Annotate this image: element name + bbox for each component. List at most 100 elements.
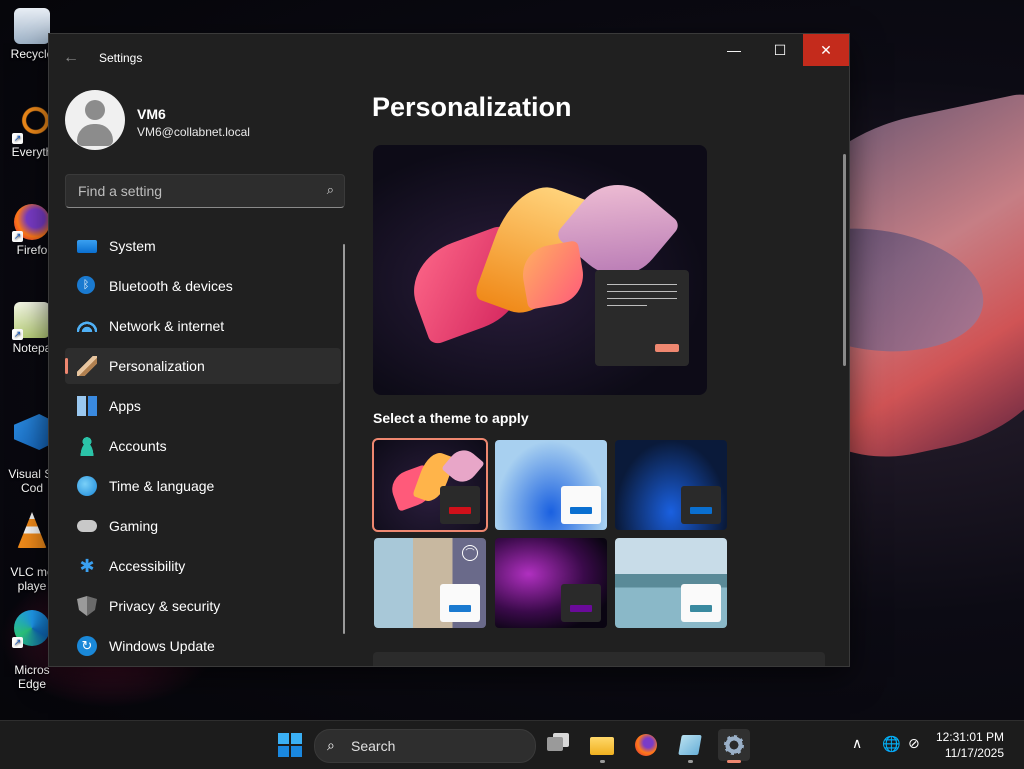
page-title: Personalization	[372, 92, 572, 122]
brush-icon	[77, 356, 97, 376]
clock-time: 12:31:01 PM	[935, 730, 1004, 744]
preview-line	[607, 298, 677, 299]
notepad-icon: ↗	[12, 302, 50, 340]
back-arrow-icon[interactable]: ←	[61, 48, 81, 68]
minimize-button[interactable]: —	[711, 34, 757, 66]
theme-glow[interactable]	[495, 538, 607, 628]
chevron-up-icon[interactable]: ∧	[852, 735, 862, 752]
apps-icon	[77, 396, 97, 416]
nav-item-windows-update[interactable]: ↻ Windows Update	[65, 628, 341, 664]
shortcut-arrow-icon: ↗	[12, 231, 23, 242]
firefox-taskbar-button[interactable]	[630, 729, 662, 761]
nav-item-label: Time & language	[109, 478, 215, 494]
theme-window-tile	[561, 486, 601, 524]
nav-item-label: System	[109, 238, 156, 254]
settings-nav: System ᛒ Bluetooth & devices Network & i…	[65, 228, 341, 666]
person-icon	[77, 436, 97, 456]
gamepad-icon	[77, 520, 97, 532]
preview-line	[607, 284, 677, 285]
network-status-icon[interactable]: ⊘	[908, 735, 920, 752]
theme-preview-image	[373, 145, 707, 395]
nav-item-network-internet[interactable]: Network & internet	[65, 308, 341, 344]
folder-icon	[590, 737, 614, 755]
theme-window-tile	[561, 584, 601, 622]
desktop-icon-label: Micros Edge	[14, 663, 50, 691]
vscode-icon	[14, 414, 50, 450]
file-explorer-button[interactable]	[586, 729, 618, 763]
nav-item-time-language[interactable]: Time & language	[65, 468, 341, 504]
find-setting-box[interactable]: ⌕	[65, 174, 345, 208]
system-icon	[77, 240, 97, 253]
preview-window-mock	[595, 270, 689, 366]
window-title: Settings	[99, 51, 143, 65]
theme-bloom-dark[interactable]	[372, 438, 488, 532]
language-globe-icon[interactable]: 🌐	[882, 735, 901, 753]
theme-windows-dark[interactable]	[615, 440, 727, 530]
nav-item-apps[interactable]: Apps	[65, 388, 341, 424]
nav-item-label: Bluetooth & devices	[109, 278, 233, 294]
theme-window-tile	[440, 486, 480, 524]
globe-icon	[77, 476, 97, 496]
theme-photo-icon: ⌒	[462, 545, 478, 561]
nav-item-accessibility[interactable]: ✱ Accessibility	[65, 548, 341, 584]
search-icon: ⌕	[327, 737, 335, 753]
clock[interactable]: 12:31:01 PM 11/17/2025	[932, 729, 1004, 761]
shortcut-arrow-icon: ↗	[12, 329, 23, 340]
preview-line	[607, 305, 647, 306]
find-setting-input[interactable]	[76, 182, 310, 200]
nav-item-label: Apps	[109, 398, 141, 414]
settings-taskbar-button[interactable]	[718, 729, 750, 763]
running-indicator	[688, 760, 693, 763]
task-view-icon	[547, 737, 563, 751]
theme-accent-bar	[449, 605, 471, 612]
edge-icon: ↗	[12, 610, 50, 648]
running-indicator	[600, 760, 605, 763]
theme-section-label: Select a theme to apply	[373, 410, 529, 426]
nav-item-accounts[interactable]: Accounts	[65, 428, 341, 464]
search-icon[interactable]: ⌕	[327, 182, 334, 198]
avatar[interactable]	[65, 90, 125, 150]
bloom-petal-violet	[441, 444, 485, 488]
user-email: VM6@collabnet.local	[137, 125, 250, 139]
shortcut-arrow-icon: ↗	[12, 637, 23, 648]
nav-item-label: Accessibility	[109, 558, 186, 574]
theme-flow[interactable]	[615, 538, 727, 628]
nav-scrollbar[interactable]	[343, 244, 345, 634]
theme-captured-motion[interactable]: ⌒	[374, 538, 486, 628]
nav-item-system[interactable]: System	[65, 228, 341, 264]
nav-item-label: Gaming	[109, 518, 159, 534]
settings-card-partial[interactable]	[373, 652, 825, 666]
nav-item-personalization[interactable]: Personalization	[65, 348, 341, 384]
nav-item-label: Privacy & security	[109, 598, 221, 614]
task-view-button[interactable]	[542, 729, 574, 761]
taskbar-search[interactable]: ⌕ Search	[314, 729, 536, 763]
nav-item-label: Windows Update	[109, 638, 215, 654]
theme-windows-light[interactable]	[495, 440, 607, 530]
windows-logo-icon	[278, 733, 302, 757]
update-icon: ↻	[77, 636, 97, 656]
close-button[interactable]: ✕	[803, 34, 849, 66]
notepad-icon	[678, 735, 702, 755]
title-bar[interactable]: ← Settings — ☐ ✕	[49, 34, 849, 82]
taskbar: ⌕ Search ∧ 🌐 ⊘ 12:31:01 PM 11/17/2025	[0, 720, 1024, 769]
nav-item-bluetooth-devices[interactable]: ᛒ Bluetooth & devices	[65, 268, 341, 304]
avatar-head-icon	[85, 100, 105, 120]
user-name: VM6	[137, 106, 166, 122]
theme-accent-bar	[690, 507, 712, 514]
nav-item-label: Accounts	[109, 438, 167, 454]
preview-accent-button	[655, 344, 679, 352]
maximize-button[interactable]: ☐	[757, 34, 803, 66]
gear-icon	[724, 735, 744, 755]
start-button[interactable]	[278, 733, 302, 757]
theme-window-tile	[440, 584, 480, 622]
user-profile[interactable]	[65, 90, 125, 150]
nav-item-privacy-security[interactable]: Privacy & security	[65, 588, 341, 624]
firefox-icon	[635, 734, 657, 756]
content-scrollbar[interactable]	[843, 154, 846, 366]
theme-window-tile	[681, 486, 721, 524]
nav-item-gaming[interactable]: Gaming	[65, 508, 341, 544]
notepad-taskbar-button[interactable]	[674, 729, 706, 763]
active-indicator	[727, 760, 741, 763]
preview-line	[607, 291, 677, 292]
taskbar-search-label: Search	[351, 738, 396, 754]
